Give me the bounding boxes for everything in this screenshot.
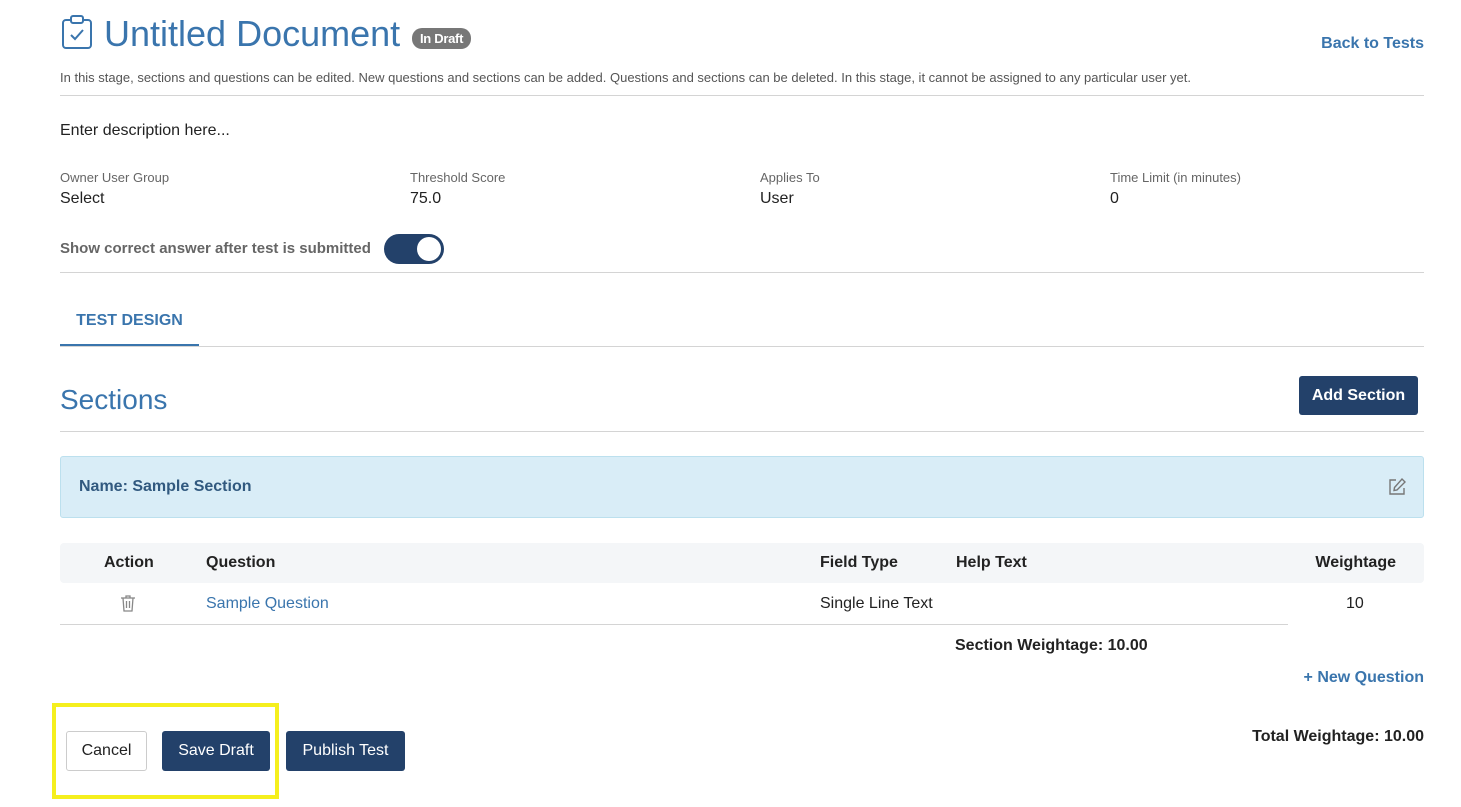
field-type-cell: Single Line Text: [820, 595, 933, 612]
new-question-button[interactable]: + New Question: [1304, 669, 1424, 687]
page-title: Untitled Document: [104, 13, 401, 54]
column-header-question: Question: [206, 554, 276, 571]
section-weightage: Section Weightage: 10.00: [955, 637, 1148, 654]
column-header-field-type: Field Type: [820, 554, 898, 571]
field-value[interactable]: User: [760, 190, 820, 208]
toggle-knob: [417, 237, 441, 261]
applies-to-field[interactable]: Applies To User: [760, 170, 820, 208]
questions-table-header: Action Question Field Type Help Text Wei…: [60, 543, 1424, 583]
show-correct-answer-label: Show correct answer after test is submit…: [60, 240, 371, 257]
divider: [60, 95, 1424, 96]
trash-icon[interactable]: [120, 594, 136, 612]
owner-user-group-field[interactable]: Owner User Group Select: [60, 170, 169, 208]
section-header: Name: Sample Section: [60, 456, 1424, 518]
add-section-button[interactable]: Add Section: [1299, 376, 1418, 415]
show-correct-answer-toggle[interactable]: [384, 234, 444, 264]
divider: [60, 272, 1424, 273]
field-label: Owner User Group: [60, 170, 170, 185]
total-weightage: Total Weightage: 10.00: [1252, 728, 1424, 745]
field-value[interactable]: 0: [1110, 190, 1241, 208]
field-label: Time Limit (in minutes): [1110, 170, 1241, 185]
column-header-action: Action: [104, 554, 154, 571]
divider: [60, 346, 1424, 347]
time-limit-field[interactable]: Time Limit (in minutes) 0: [1110, 170, 1241, 208]
column-header-help-text: Help Text: [956, 554, 1027, 571]
field-label: Threshold Score: [410, 170, 506, 185]
table-row: Sample Question: [206, 595, 329, 613]
field-label: Applies To: [760, 170, 820, 185]
field-value[interactable]: 75.0: [410, 190, 505, 208]
stage-description: In this stage, sections and questions ca…: [60, 70, 1191, 85]
field-value[interactable]: Select: [60, 190, 169, 208]
cancel-button[interactable]: Cancel: [66, 731, 147, 771]
status-badge: In Draft: [412, 28, 472, 49]
clipboard-check-icon: [62, 15, 92, 49]
section-name: Name: Sample Section: [79, 478, 252, 495]
save-draft-button[interactable]: Save Draft: [162, 731, 270, 771]
question-link[interactable]: Sample Question: [206, 595, 329, 612]
edit-icon[interactable]: [1387, 477, 1407, 497]
description-field[interactable]: Enter description here...: [60, 122, 230, 140]
threshold-score-field[interactable]: Threshold Score 75.0: [410, 170, 505, 208]
sections-heading: Sections: [60, 384, 168, 415]
weightage-cell: 10: [1346, 595, 1364, 612]
publish-test-button[interactable]: Publish Test: [286, 731, 405, 771]
divider: [60, 431, 1424, 432]
tab-test-design[interactable]: TEST DESIGN: [60, 300, 199, 347]
back-to-tests-link[interactable]: Back to Tests: [1321, 35, 1424, 53]
column-header-weightage: Weightage: [1315, 554, 1396, 571]
row-divider: [60, 624, 1288, 625]
